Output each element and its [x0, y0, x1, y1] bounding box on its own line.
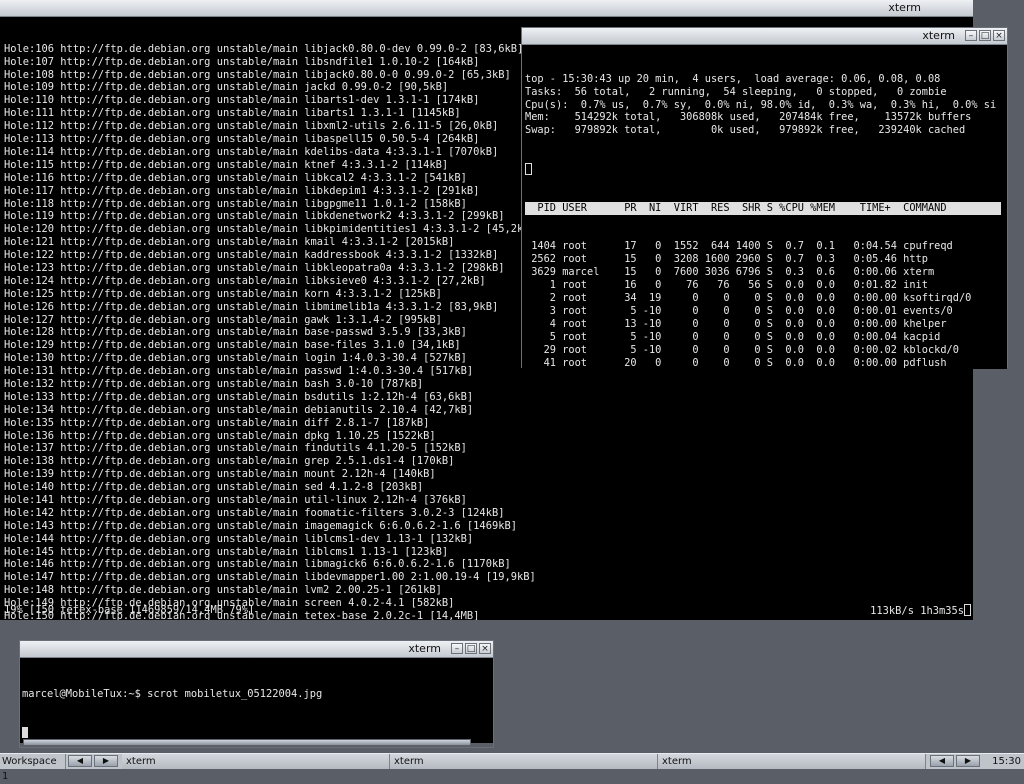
process-row: 1 root 16 0 76 76 56 S 0.0 0.0 0:01.82 i…	[525, 279, 928, 292]
process-row: 29 root 5 -10 0 0 0 S 0.0 0.0 0:00.02 kb…	[525, 343, 959, 356]
apt-log-line: Hole:136 http://ftp.de.debian.org unstab…	[4, 429, 436, 442]
process-table: 1404 root 17 0 1552 644 1400 S 0.7 0.1 0…	[525, 240, 1007, 369]
main-xterm-titlebar[interactable]: xterm	[0, 0, 973, 17]
apt-log-line: Hole:146 http://ftp.de.debian.org unstab…	[4, 558, 511, 571]
arrow-left-icon[interactable]: ◀	[930, 755, 954, 767]
process-row: 41 root 20 0 0 0 0 S 0.0 0.0 0:00.00 pdf…	[525, 356, 947, 369]
top-summary-line: Swap: 979892k total, 0k used, 979892k fr…	[525, 124, 966, 137]
shell-prompt-line: marcel@MobileTux:~$ scrot mobiletux_0512…	[22, 687, 323, 700]
process-row: 1404 root 17 0 1552 644 1400 S 0.7 0.1 0…	[525, 240, 953, 253]
top-summary: top - 15:30:43 up 20 min, 4 users, load …	[525, 73, 1007, 137]
top-xterm-titlebar[interactable]: xterm – □ ×	[522, 28, 1007, 45]
clock: 15:30	[992, 756, 1021, 767]
process-row: 5 root 5 -10 0 0 0 S 0.0 0.0 0:00.04 kac…	[525, 330, 941, 343]
small-xterm-titlebar[interactable]: xterm – □ ×	[20, 641, 493, 658]
window-title: xterm	[922, 29, 955, 42]
process-row: 3629 marcel 15 0 7600 3036 6796 S 0.3 0.…	[525, 266, 935, 279]
horizontal-scrollbar[interactable]	[23, 739, 471, 746]
shell-input-line[interactable]	[22, 726, 493, 740]
apt-speed-eta: 113kB/s 1h3m35s	[870, 604, 971, 617]
apt-log-line: Hole:141 http://ftp.de.debian.org unstab…	[4, 493, 467, 506]
apt-log-line: Hole:142 http://ftp.de.debian.org unstab…	[4, 506, 505, 519]
minimize-icon[interactable]: –	[965, 30, 977, 41]
apt-log-line: Hole:134 http://ftp.de.debian.org unstab…	[4, 403, 474, 416]
apt-log-line: Hole:147 http://ftp.de.debian.org unstab…	[4, 571, 536, 584]
close-icon[interactable]: ×	[479, 643, 491, 654]
top-output[interactable]: top - 15:30:43 up 20 min, 4 users, load …	[522, 45, 1007, 369]
apt-progress-status: 19% [150 tetex-base 11469859/14,4MB 79%]	[4, 604, 255, 616]
taskbar: Workspace 1 ◀ ▶ xterm xterm xterm ◀ ▶ 15…	[0, 753, 1024, 782]
top-xterm-window[interactable]: xterm – □ × top - 15:30:43 up 20 min, 4 …	[521, 27, 1008, 369]
apt-log-line: Hole:132 http://ftp.de.debian.org unstab…	[4, 377, 424, 390]
apt-log-line: Hole:143 http://ftp.de.debian.org unstab…	[4, 519, 517, 532]
top-summary-line: Tasks: 56 total, 2 running, 54 sleeping,…	[525, 85, 947, 98]
arrow-left-icon[interactable]: ◀	[68, 755, 92, 767]
apt-log-line: Hole:145 http://ftp.de.debian.org unstab…	[4, 545, 449, 558]
shell-output[interactable]: marcel@MobileTux:~$ scrot mobiletux_0512…	[20, 658, 493, 743]
maximize-icon[interactable]: □	[465, 643, 477, 654]
apt-log-line: Hole:144 http://ftp.de.debian.org unstab…	[4, 532, 474, 545]
top-summary-line: Cpu(s): 0.7% us, 0.7% sy, 0.0% ni, 98.0%…	[525, 98, 997, 111]
cursor-block-icon	[525, 163, 532, 176]
apt-log-line: Hole:139 http://ftp.de.debian.org unstab…	[4, 468, 436, 481]
top-summary-line: Mem: 514292k total, 306808k used, 207484…	[525, 111, 972, 124]
task-button-xterm-1[interactable]: xterm	[122, 754, 390, 769]
cursor-block-icon	[22, 726, 28, 738]
task-button-xterm-2[interactable]: xterm	[390, 754, 658, 769]
minimize-icon[interactable]: –	[451, 643, 463, 654]
process-row: 2562 root 15 0 3208 1600 2960 S 0.7 0.3 …	[525, 253, 928, 266]
arrow-right-icon[interactable]: ▶	[956, 755, 980, 767]
small-xterm-window[interactable]: xterm – □ × marcel@MobileTux:~$ scrot mo…	[19, 640, 494, 748]
maximize-icon[interactable]: □	[979, 30, 991, 41]
window-title: xterm	[408, 642, 441, 655]
apt-log-line: Hole:138 http://ftp.de.debian.org unstab…	[4, 455, 455, 468]
top-summary-line: top - 15:30:43 up 20 min, 4 users, load …	[525, 72, 941, 85]
process-row: 2 root 34 19 0 0 0 S 0.0 0.0 0:00.00 kso…	[525, 292, 972, 305]
apt-log-line: Hole:137 http://ftp.de.debian.org unstab…	[4, 442, 467, 455]
task-button-xterm-3[interactable]: xterm	[658, 754, 926, 769]
window-title: xterm	[888, 1, 921, 14]
apt-log-line: Hole:140 http://ftp.de.debian.org unstab…	[4, 481, 424, 494]
arrow-right-icon[interactable]: ▶	[94, 755, 118, 767]
apt-log-line: Hole:148 http://ftp.de.debian.org unstab…	[4, 584, 442, 597]
top-input-line[interactable]	[525, 163, 1007, 176]
cursor-block-icon	[964, 604, 971, 616]
process-row: 4 root 13 -10 0 0 0 S 0.0 0.0 0:00.00 kh…	[525, 317, 947, 330]
workspace-label[interactable]: Workspace 1	[0, 754, 66, 782]
process-table-header: PID USER PR NI VIRT RES SHR S %CPU %MEM …	[525, 201, 1001, 215]
close-icon[interactable]: ×	[993, 30, 1005, 41]
process-row: 3 root 5 -10 0 0 0 S 0.0 0.0 0:00.01 eve…	[525, 304, 953, 317]
apt-log-line: Hole:133 http://ftp.de.debian.org unstab…	[4, 390, 474, 403]
apt-log-line: Hole:135 http://ftp.de.debian.org unstab…	[4, 416, 430, 429]
